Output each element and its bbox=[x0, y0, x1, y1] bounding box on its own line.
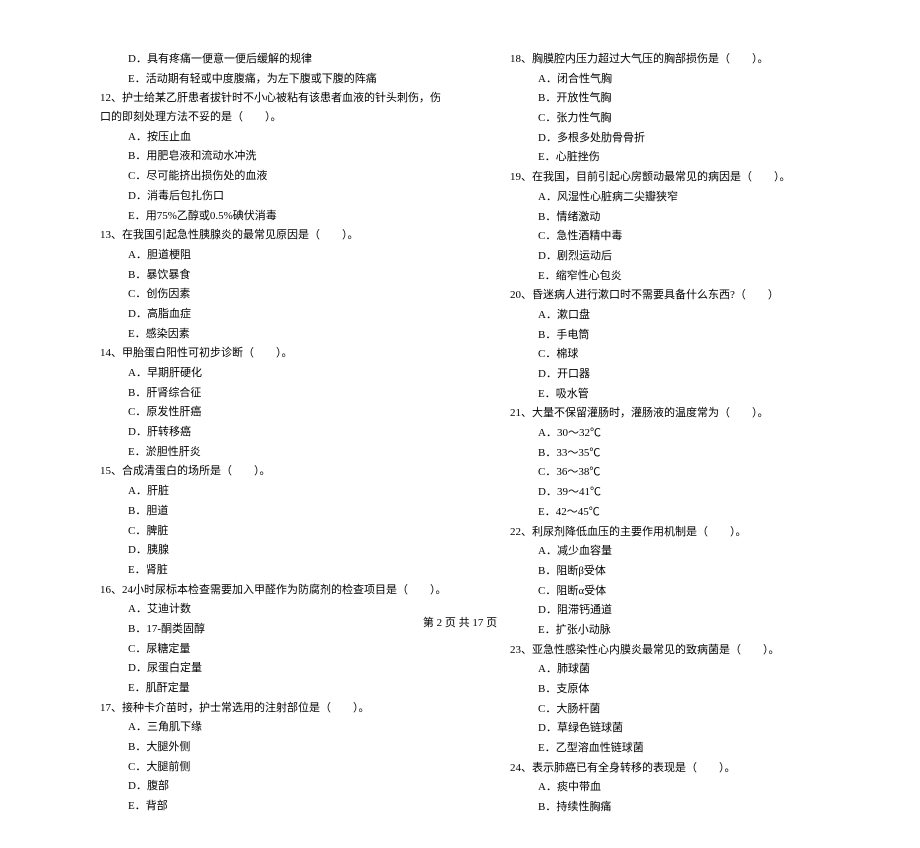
option-line: B．肝肾综合征 bbox=[100, 384, 450, 403]
option-line: A．风湿性心脏病二尖瓣狭窄 bbox=[510, 188, 860, 207]
option-line: E．感染因素 bbox=[100, 325, 450, 344]
option-line: A．胆道梗阻 bbox=[100, 246, 450, 265]
option-line: B．大腿外侧 bbox=[100, 738, 450, 757]
option-line: B．开放性气胸 bbox=[510, 89, 860, 108]
option-line: C．棉球 bbox=[510, 345, 860, 364]
option-line: B．手电筒 bbox=[510, 326, 860, 345]
option-line: B．胆道 bbox=[100, 502, 450, 521]
option-line: A．肝脏 bbox=[100, 482, 450, 501]
question-16-text: 16、24小时尿标本检查需要加入甲醛作为防腐剂的检查项目是（ ）。 bbox=[100, 581, 450, 600]
option-line: D．胰腺 bbox=[100, 541, 450, 560]
option-line: E．肾脏 bbox=[100, 561, 450, 580]
page-footer: 第 2 页 共 17 页 bbox=[0, 614, 920, 630]
option-line: D．高脂血症 bbox=[100, 305, 450, 324]
option-line: C．尿糖定量 bbox=[100, 640, 450, 659]
option-line: D．肝转移癌 bbox=[100, 423, 450, 442]
option-line: A．按压止血 bbox=[100, 128, 450, 147]
question-18-text: 18、胸膜腔内压力超过大气压的胸部损伤是（ ）。 bbox=[510, 50, 860, 69]
option-line: B．阻断β受体 bbox=[510, 562, 860, 581]
option-line: D．开口器 bbox=[510, 365, 860, 384]
option-line: B．33～35℃ bbox=[510, 444, 860, 463]
option-line: C．尽可能挤出损伤处的血液 bbox=[100, 167, 450, 186]
question-13-text: 13、在我国引起急性胰腺炎的最常见原因是（ ）。 bbox=[100, 226, 450, 245]
option-line: D．多根多处肋骨骨折 bbox=[510, 129, 860, 148]
option-line: C．原发性肝癌 bbox=[100, 403, 450, 422]
question-14-text: 14、甲胎蛋白阳性可初步诊断（ ）。 bbox=[100, 344, 450, 363]
option-line: A．早期肝硬化 bbox=[100, 364, 450, 383]
option-line: E．42～45℃ bbox=[510, 503, 860, 522]
left-column: D．具有疼痛一便意一便后缓解的规律 E．活动期有轻或中度腹痛，为左下腹或下腹的阵… bbox=[100, 50, 450, 818]
right-column: 18、胸膜腔内压力超过大气压的胸部损伤是（ ）。 A．闭合性气胸 B．开放性气胸… bbox=[510, 50, 860, 818]
option-line: C．36～38℃ bbox=[510, 463, 860, 482]
option-line: E．肌酐定量 bbox=[100, 679, 450, 698]
option-line: A．闭合性气胸 bbox=[510, 70, 860, 89]
option-line: D．腹部 bbox=[100, 777, 450, 796]
option-line: E．缩窄性心包炎 bbox=[510, 267, 860, 286]
option-line: D．39～41℃ bbox=[510, 483, 860, 502]
option-line: E．乙型溶血性链球菌 bbox=[510, 739, 860, 758]
option-line: E．淤胆性肝炎 bbox=[100, 443, 450, 462]
option-line: E．用75%乙醇或0.5%碘伏消毒 bbox=[100, 207, 450, 226]
option-line: C．创伤因素 bbox=[100, 285, 450, 304]
option-line: C．大肠杆菌 bbox=[510, 700, 860, 719]
question-17-text: 17、接种卡介苗时，护士常选用的注射部位是（ ）。 bbox=[100, 699, 450, 718]
option-line: E．活动期有轻或中度腹痛，为左下腹或下腹的阵痛 bbox=[100, 70, 450, 89]
option-line: D．消毒后包扎伤口 bbox=[100, 187, 450, 206]
option-line: A．肺球菌 bbox=[510, 660, 860, 679]
question-24-text: 24、表示肺癌已有全身转移的表现是（ ）。 bbox=[510, 759, 860, 778]
option-line: E．吸水管 bbox=[510, 385, 860, 404]
option-line: E．背部 bbox=[100, 797, 450, 816]
option-line: D．剧烈运动后 bbox=[510, 247, 860, 266]
option-line: A．三角肌下缘 bbox=[100, 718, 450, 737]
question-12-text: 12、护士给某乙肝患者拔针时不小心被粘有该患者血液的针头刺伤，伤口的即刻处理方法… bbox=[100, 89, 450, 126]
option-line: D．具有疼痛一便意一便后缓解的规律 bbox=[100, 50, 450, 69]
option-line: D．草绿色链球菌 bbox=[510, 719, 860, 738]
question-22-text: 22、利尿剂降低血压的主要作用机制是（ ）。 bbox=[510, 523, 860, 542]
question-20-text: 20、昏迷病人进行漱口时不需要具备什么东西?（ ） bbox=[510, 286, 860, 305]
option-line: B．情绪激动 bbox=[510, 208, 860, 227]
page-container: D．具有疼痛一便意一便后缓解的规律 E．活动期有轻或中度腹痛，为左下腹或下腹的阵… bbox=[0, 0, 920, 848]
question-21-text: 21、大量不保留灌肠时，灌肠液的温度常为（ ）。 bbox=[510, 404, 860, 423]
option-line: C．大腿前侧 bbox=[100, 758, 450, 777]
option-line: B．持续性胸痛 bbox=[510, 798, 860, 817]
question-19-text: 19、在我国，目前引起心房颤动最常见的病因是（ ）。 bbox=[510, 168, 860, 187]
option-line: A．漱口盘 bbox=[510, 306, 860, 325]
option-line: B．暴饮暴食 bbox=[100, 266, 450, 285]
option-line: C．急性酒精中毒 bbox=[510, 227, 860, 246]
question-15-text: 15、合成清蛋白的场所是（ ）。 bbox=[100, 462, 450, 481]
option-line: D．尿蛋白定量 bbox=[100, 659, 450, 678]
option-line: C．张力性气胸 bbox=[510, 109, 860, 128]
option-line: C．阻断α受体 bbox=[510, 582, 860, 601]
option-line: C．脾脏 bbox=[100, 522, 450, 541]
option-line: A．减少血容量 bbox=[510, 542, 860, 561]
option-line: E．心脏挫伤 bbox=[510, 148, 860, 167]
option-line: A．痰中带血 bbox=[510, 778, 860, 797]
option-line: B．用肥皂液和流动水冲洗 bbox=[100, 147, 450, 166]
option-line: A．30～32℃ bbox=[510, 424, 860, 443]
option-line: B．支原体 bbox=[510, 680, 860, 699]
